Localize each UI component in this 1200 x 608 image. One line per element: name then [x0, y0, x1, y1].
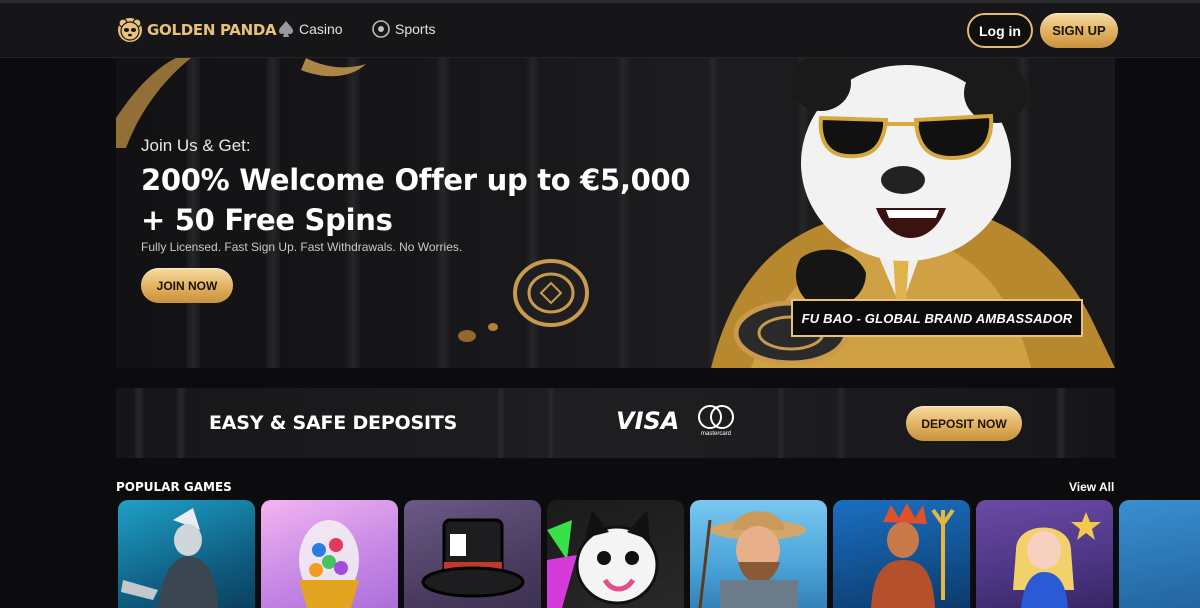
- game-tile-top-hat[interactable]: [404, 500, 541, 608]
- mastercard-logo: mastercard: [694, 404, 738, 444]
- brand-name: GOLDEN PANDA: [147, 21, 277, 39]
- deposit-now-button[interactable]: DEPOSIT NOW: [906, 406, 1022, 441]
- mastercard-icon: [698, 405, 734, 429]
- game-tile-gumball-egg[interactable]: [261, 500, 398, 608]
- gold-sparkle: [458, 330, 476, 342]
- nav-casino-label: Casino: [299, 21, 343, 37]
- hero-headline-line1: 200% Welcome Offer up to €5,000: [141, 163, 691, 197]
- samurai-warrior-image: [121, 508, 218, 608]
- gold-leaf-decoration: [116, 58, 366, 148]
- cartoon-cat-image: [547, 510, 659, 608]
- hero-subtext: Fully Licensed. Fast Sign Up. Fast Withd…: [141, 240, 463, 254]
- game-tile-fisherman[interactable]: [690, 500, 827, 608]
- top-hat-image: [421, 518, 525, 598]
- brand-logo[interactable]: GOLDEN PANDA: [117, 17, 277, 43]
- hero-headline-line2: + 50 Free Spins: [141, 203, 393, 237]
- hero-banner: Join Us & Get: 200% Welcome Offer up to …: [116, 58, 1115, 368]
- popular-games-title: POPULAR GAMES: [116, 480, 232, 494]
- panda-logo-icon: [118, 18, 142, 42]
- soccer-ball-icon: [372, 20, 390, 38]
- ambassador-caption: FU BAO - GLOBAL BRAND AMBASSADOR: [791, 299, 1083, 337]
- trident-god-image: [871, 503, 955, 608]
- game-tile-trident-god[interactable]: [833, 500, 970, 608]
- login-button[interactable]: Log in: [967, 13, 1033, 48]
- deposits-banner: EASY & SAFE DEPOSITS VISA mastercard DEP…: [116, 388, 1115, 458]
- hero-kicker: Join Us & Get:: [141, 136, 251, 155]
- join-now-button[interactable]: JOIN NOW: [141, 268, 233, 303]
- game-tile-star-princess[interactable]: [976, 500, 1113, 608]
- casino-chip-image: [513, 259, 589, 327]
- star-princess-image: [1013, 512, 1101, 608]
- nav-sports[interactable]: Sports: [372, 20, 435, 38]
- game-tile-samurai[interactable]: [118, 500, 255, 608]
- spade-icon: [279, 21, 293, 37]
- game-tile-cartoon-cat[interactable]: [547, 500, 684, 608]
- gumball-egg-image: [299, 520, 359, 608]
- view-all-link[interactable]: View All: [1069, 480, 1114, 494]
- fisherman-image: [698, 511, 806, 608]
- hero-copy: Join Us & Get: 200% Welcome Offer up to …: [141, 136, 691, 254]
- gold-sparkle: [488, 323, 498, 331]
- nav-sports-label: Sports: [395, 21, 436, 37]
- site-header: GOLDEN PANDA Casino Sports Log in SIGN U…: [0, 3, 1200, 58]
- visa-logo: VISA: [616, 407, 680, 435]
- game-tile-partial[interactable]: [1119, 500, 1200, 608]
- nav-casino[interactable]: Casino: [278, 20, 343, 38]
- hero-headline: 200% Welcome Offer up to €5,000 + 50 Fre…: [141, 160, 691, 240]
- popular-games-row: [118, 500, 1200, 608]
- deposits-title: EASY & SAFE DEPOSITS: [209, 412, 458, 434]
- mastercard-label: mastercard: [700, 431, 731, 437]
- signup-button[interactable]: SIGN UP: [1040, 13, 1118, 48]
